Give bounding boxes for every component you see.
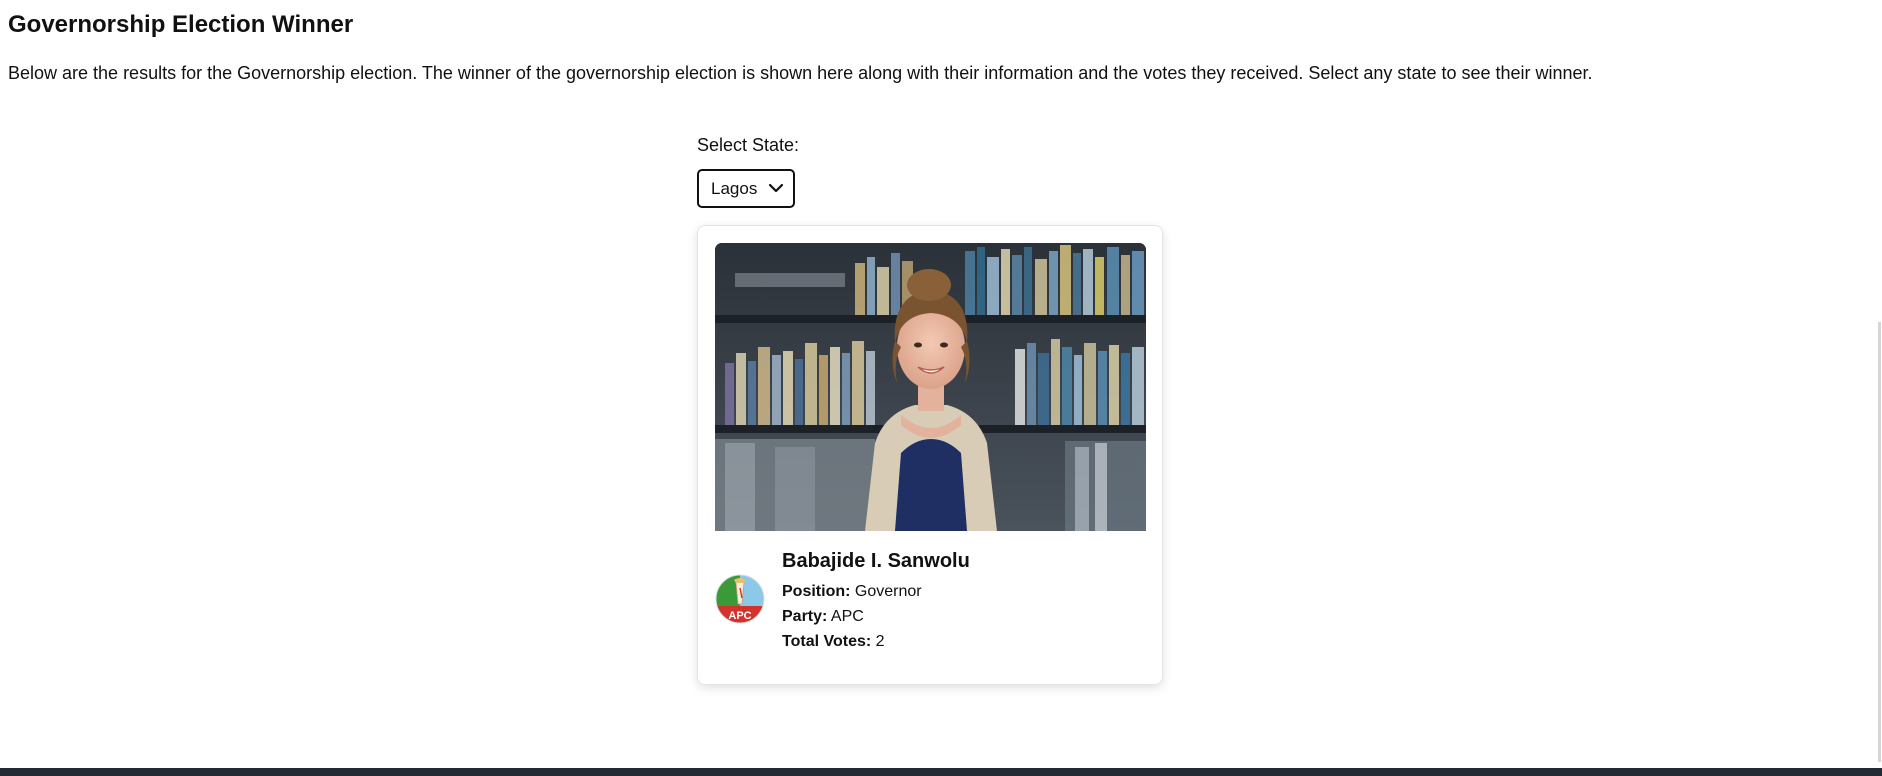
- state-select[interactable]: Lagos: [697, 169, 795, 208]
- footer-bar: [0, 768, 1882, 776]
- page-title: Governorship Election Winner: [8, 11, 354, 38]
- apc-logo-icon: APC: [715, 574, 765, 624]
- page-description: Below are the results for the Governorsh…: [8, 63, 1593, 83]
- candidate-votes: Total Votes: 2: [782, 629, 970, 654]
- state-select-value: Lagos: [711, 178, 758, 198]
- candidate-photo: [715, 243, 1146, 531]
- candidate-photo-image: [715, 243, 1146, 531]
- page: Governorship Election Winner Below are t…: [0, 0, 1882, 776]
- page-scrollbar[interactable]: [1878, 322, 1881, 762]
- state-select-label: Select State:: [697, 135, 800, 155]
- position-label: Position:: [782, 583, 851, 600]
- apc-logo-text: APC: [728, 610, 751, 622]
- candidate-party: Party: APC: [782, 604, 970, 629]
- party-value: APC: [830, 608, 864, 625]
- candidate-info: Babajide I. Sanwolu Position: Governor P…: [782, 550, 970, 654]
- winner-card: APC Babajide I. Sanwolu Position: Govern…: [697, 225, 1163, 685]
- chevron-down-icon: [768, 183, 784, 193]
- candidate-name: Babajide I. Sanwolu: [782, 550, 970, 572]
- position-value: Governor: [854, 583, 922, 600]
- votes-value: 2: [875, 633, 885, 650]
- party-label: Party:: [782, 608, 828, 625]
- candidate-position: Position: Governor: [782, 579, 970, 604]
- votes-label: Total Votes:: [782, 633, 872, 650]
